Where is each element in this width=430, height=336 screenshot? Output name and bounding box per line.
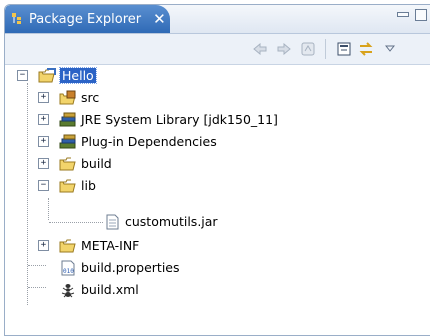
tree-label-meta-inf: META-INF [81,238,140,253]
maximize-icon[interactable] [415,9,427,21]
go-into-icon[interactable] [299,40,317,58]
tree-item-lib[interactable]: − lib [5,175,205,196]
tree-label-build-properties: build.properties [81,260,180,275]
source-folder-icon [59,90,76,104]
expand-toggle[interactable]: + [38,240,49,251]
tree-item-build-properties[interactable]: 010 build.properties [5,257,245,278]
project-folder-icon [38,67,56,82]
close-icon[interactable]: ✕ [153,10,166,28]
svg-text:010: 010 [63,268,74,275]
link-with-editor-icon[interactable] [357,40,375,58]
tree-label-hello: Hello [59,67,97,84]
expand-toggle[interactable]: + [38,92,49,103]
tree-label-customutils: customutils.jar [125,214,218,229]
tree-item-build-xml[interactable]: build.xml [5,279,245,300]
project-tree: − Hello + src + JRE System Library [jdk1… [5,65,430,335]
folder-icon [59,157,76,170]
tree-item-plugin-dependencies[interactable]: + Plug-in Dependencies [5,131,305,152]
forward-arrow-icon[interactable] [275,40,293,58]
tree-label-plugin-dependencies: Plug-in Dependencies [81,134,217,149]
view-title: Package Explorer [29,11,142,27]
folder-icon [59,239,76,252]
back-arrow-icon[interactable] [251,40,269,58]
tree-item-jre-system-library[interactable]: + JRE System Library [jdk150_11] [5,109,305,130]
tree-item-build[interactable]: + build [5,153,205,174]
collapse-all-icon[interactable] [335,40,353,58]
library-icon [59,134,76,148]
open-folder-icon [59,179,76,192]
properties-file-icon: 010 [61,260,75,275]
package-explorer-icon [12,13,21,24]
tree-item-hello[interactable]: − Hello [5,65,205,86]
library-icon [59,112,76,126]
minimize-icon[interactable] [397,12,409,17]
view-menu-icon[interactable] [381,40,399,58]
expand-toggle[interactable]: + [38,136,49,147]
window-controls [397,9,427,21]
view-tab-bar: Package Explorer ✕ [5,5,430,34]
collapse-toggle[interactable]: − [38,180,49,191]
tree-label-build-xml: build.xml [81,282,139,297]
package-explorer-view: Package Explorer ✕ − Hello + src + JRE S… [4,4,430,336]
tree-item-meta-inf[interactable]: + META-INF [5,235,205,256]
view-toolbar [5,34,430,65]
jar-file-icon [106,214,119,229]
toolbar-separator [325,39,326,59]
tab-package-explorer[interactable]: Package Explorer ✕ [5,5,170,33]
ant-build-file-icon [61,283,75,297]
expand-toggle[interactable]: + [38,114,49,125]
tree-label-src: src [81,90,100,105]
tree-label-jre: JRE System Library [jdk150_11] [81,112,278,127]
expand-toggle[interactable]: + [38,158,49,169]
tree-item-customutils-jar[interactable]: customutils.jar [5,211,245,232]
tree-item-src[interactable]: + src [5,87,205,108]
collapse-toggle[interactable]: − [17,70,28,81]
tree-label-build: build [81,156,112,171]
tree-label-lib: lib [81,178,96,193]
